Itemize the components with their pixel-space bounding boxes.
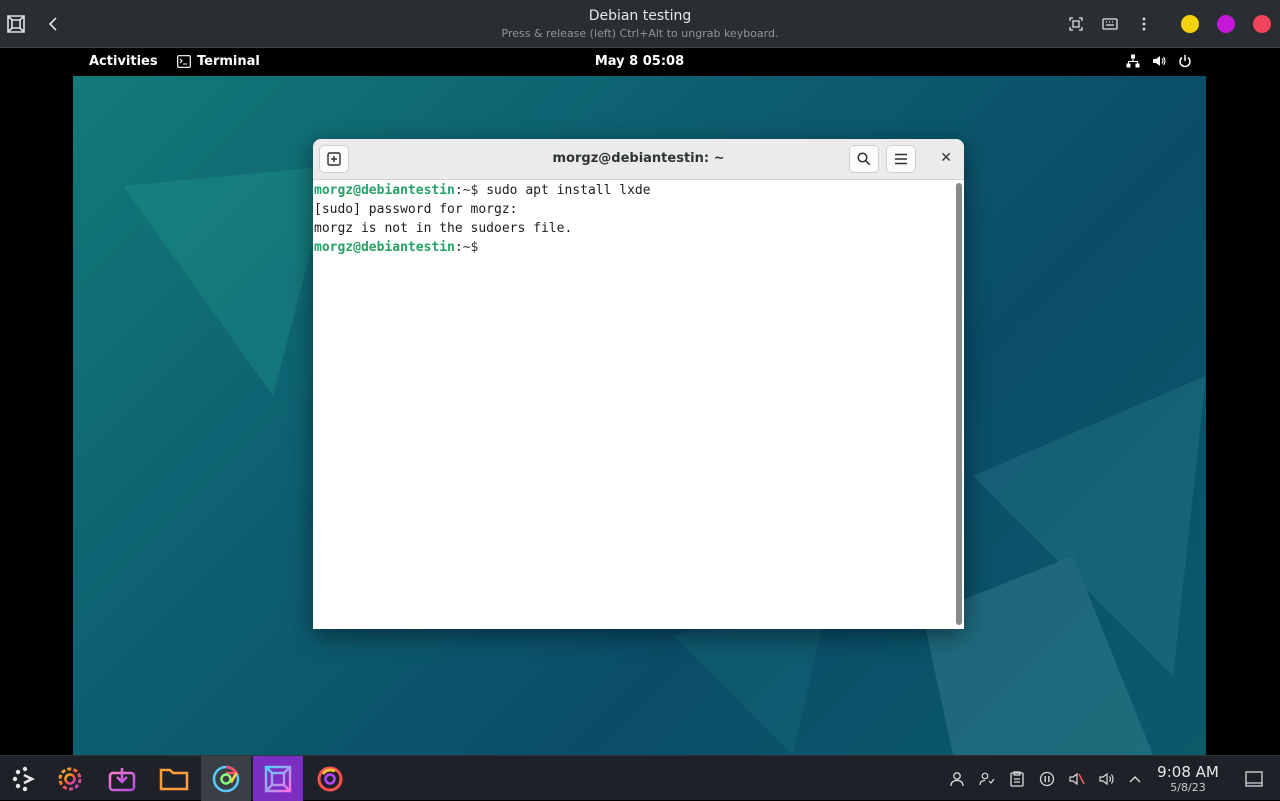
vm-app-icon[interactable]: [253, 756, 303, 801]
close-button[interactable]: [1253, 15, 1271, 33]
command-text: sudo apt install lxde: [478, 183, 651, 198]
host-title-bar: Debian testing Press & release (left) Ct…: [0, 0, 1280, 48]
terminal-window[interactable]: morgz@debiantestin: ~ ✕ morgz@debiantest…: [313, 139, 964, 629]
keyboard-icon[interactable]: [1098, 12, 1122, 36]
tray-expand-icon[interactable]: [1124, 768, 1146, 790]
terminal-line: morgz@debiantestin:~$ sudo apt install l…: [313, 181, 954, 200]
app-launcher-icon[interactable]: [0, 756, 50, 801]
clipboard-icon[interactable]: [1006, 768, 1028, 790]
show-desktop-icon[interactable]: [1243, 768, 1265, 790]
window-subtitle: Press & release (left) Ctrl+Alt to ungra…: [501, 27, 779, 40]
settings-gear-icon[interactable]: [45, 756, 95, 801]
close-icon[interactable]: ✕: [940, 150, 952, 166]
chrome-browser-icon[interactable]: [201, 756, 251, 801]
file-manager-folder-icon[interactable]: [149, 756, 199, 801]
window-title: Debian testing: [588, 8, 692, 24]
power-icon: [1179, 55, 1191, 68]
mic-muted-icon[interactable]: [1066, 768, 1088, 790]
terminal-scrollbar[interactable]: [956, 183, 962, 625]
taskbar-time: 9:08 AM: [1157, 763, 1219, 781]
search-icon: [857, 152, 871, 166]
prompt-user: morgz@debiantestin: [314, 183, 455, 198]
guest-screen: Activities Terminal May 8 05:08 morgz@de…: [73, 48, 1206, 755]
volume-icon[interactable]: [1096, 768, 1118, 790]
firefox-browser-icon[interactable]: [305, 756, 355, 801]
prompt-path: :~$: [454, 183, 479, 198]
more-options-icon[interactable]: [1132, 12, 1156, 36]
taskbar-clock[interactable]: 9:08 AM 5/8/23: [1150, 763, 1226, 794]
software-store-icon[interactable]: [97, 756, 147, 801]
pause-media-icon[interactable]: [1036, 768, 1058, 790]
terminal-line: morgz@debiantestin:~$: [313, 238, 954, 257]
search-button[interactable]: [849, 145, 879, 173]
taskbar: 9:08 AM 5/8/23: [0, 755, 1280, 801]
terminal-header[interactable]: morgz@debiantestin: ~ ✕: [313, 139, 964, 180]
user-switch-icon[interactable]: [976, 768, 998, 790]
terminal-output[interactable]: morgz@debiantestin:~$ sudo apt install l…: [313, 180, 954, 629]
gnome-clock[interactable]: May 8 05:08: [73, 54, 1206, 69]
network-icon: [1126, 54, 1140, 68]
user-icon[interactable]: [946, 768, 968, 790]
system-menu[interactable]: [1126, 54, 1192, 68]
volume-icon: [1153, 56, 1166, 66]
hamburger-menu-icon: [895, 153, 907, 165]
maximize-button[interactable]: [1217, 15, 1235, 33]
gnome-top-bar: Activities Terminal May 8 05:08: [73, 48, 1206, 76]
fullscreen-icon[interactable]: [1064, 12, 1088, 36]
taskbar-date: 5/8/23: [1170, 781, 1206, 794]
terminal-line: morgz is not in the sudoers file.: [314, 221, 573, 236]
menu-button[interactable]: [886, 145, 916, 173]
minimize-button[interactable]: [1181, 15, 1199, 33]
prompt-user: morgz@debiantestin: [314, 240, 455, 255]
terminal-line: [sudo] password for morgz:: [314, 202, 518, 217]
prompt-path: :~$: [454, 240, 479, 255]
